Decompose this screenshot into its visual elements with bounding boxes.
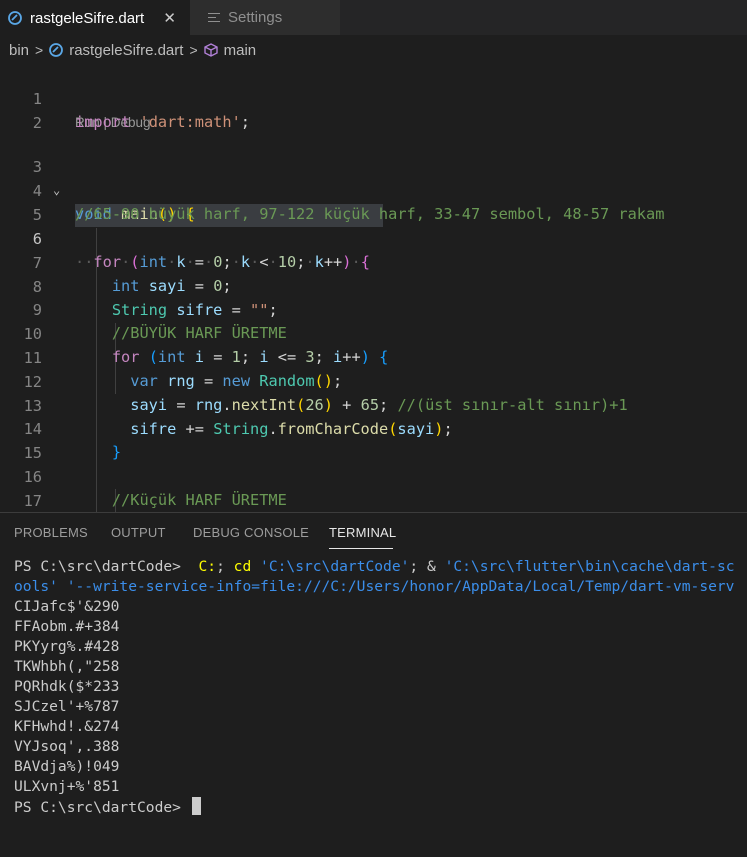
breadcrumb-file[interactable]: rastgeleSifre.dart [69,42,183,59]
terminal-output-line: FFAobm.#+384 [14,618,120,635]
code-editor[interactable]: Run | Debug 1 import 'dart:math'; 2 3 ⌄ … [0,64,747,512]
tab-label: Settings [228,9,283,26]
code-line: 1 import 'dart:math'; [0,64,747,132]
code-line: 8 String sifre = ""; [0,252,747,320]
terminal-output-line: TKWhbh(,"258 [14,658,120,675]
code-line: 13 sifre += String.fromCharCode(sayi); [0,371,747,439]
terminal-output-line: VYJsoq',.388 [14,738,120,755]
panel-tabs: PROBLEMS OUTPUT DEBUG CONSOLE TERMINAL [0,513,747,553]
terminal-output-line: BAVdja%)!049 [14,758,120,775]
editor-tab-bar: rastgeleSifre.dart ✕ Settings [0,0,747,35]
code-line: 3 ⌄ void main() { [0,132,747,223]
code-line: 17 for (int i = 1; i <= 3; i++) { [0,466,747,510]
terminal-prompt-line: PS C:\src\dartCode> [14,797,735,817]
bottom-panel: PROBLEMS OUTPUT DEBUG CONSOLE TERMINAL P… [0,512,747,857]
terminal-output-line: KFHwhd!.&274 [14,718,120,735]
code-line: 15 [0,418,747,462]
code-line: 7 int sayi = 0; [0,228,747,296]
terminal-output[interactable]: PS C:\src\dartCode> C:; cd 'C:\src\dartC… [14,557,735,817]
tab-problems[interactable]: PROBLEMS [14,525,88,540]
tab-settings[interactable]: Settings [190,0,340,35]
terminal-output-line: PKYyrg%.#428 [14,638,120,655]
tab-rastgelesifre[interactable]: rastgeleSifre.dart ✕ [0,0,190,35]
settings-icon [208,10,220,25]
tab-label: rastgeleSifre.dart [30,9,145,27]
chevron-right-icon: > [189,42,198,58]
code-line: 9 //BÜYÜK HARF ÜRETME [0,275,747,343]
terminal-output-line: SJCzel'+%787 [14,698,120,715]
terminal-output-line: PQRhdk($*233 [14,678,120,695]
terminal-command-line: PS C:\src\dartCode> C:; cd 'C:\src\dartC… [14,558,735,575]
dart-file-icon [8,11,22,25]
code-line: 14 } [0,394,747,462]
active-tab-indicator [329,548,393,549]
code-line: 10 for (int i = 1; i <= 3; i++) { [0,299,747,367]
code-line: 18 var rng = new Random(); [0,489,747,512]
dart-file-icon [49,43,64,57]
terminal-cursor [191,797,201,815]
close-icon[interactable]: ✕ [163,9,176,27]
tab-debug-console[interactable]: DEBUG CONSOLE [193,525,309,540]
tab-terminal[interactable]: TERMINAL [329,525,396,540]
code-line: 6 ··for·(int·k·=·0;·k·<·10;·k++)·{ [0,204,747,272]
code-line: 4 //65-90 büyük harf, 97-122 küçük harf,… [0,156,747,224]
breadcrumb-symbol[interactable]: main [224,42,257,59]
terminal-command-continuation: ools' '--write-service-info=file:///C:/U… [14,578,735,595]
terminal-output-line: ULXvnj+%'851 [14,778,120,795]
tab-output[interactable]: OUTPUT [111,525,166,540]
terminal-output-line: CIJafc$'&290 [14,598,120,615]
code-line: 2 [0,88,747,132]
code-line: 11 var rng = new Random(); [0,323,747,391]
code-line: 12 sayi = rng.nextInt(26) + 65; //(üst s… [0,347,747,415]
code-line: 16 //Küçük HARF ÜRETME [0,442,747,510]
breadcrumb-folder[interactable]: bin [9,42,29,59]
chevron-right-icon: > [35,42,44,58]
breadcrumb: bin > rastgeleSifre.dart > main [0,36,747,64]
method-cube-icon [203,43,218,57]
code-line: 5 [0,180,747,224]
